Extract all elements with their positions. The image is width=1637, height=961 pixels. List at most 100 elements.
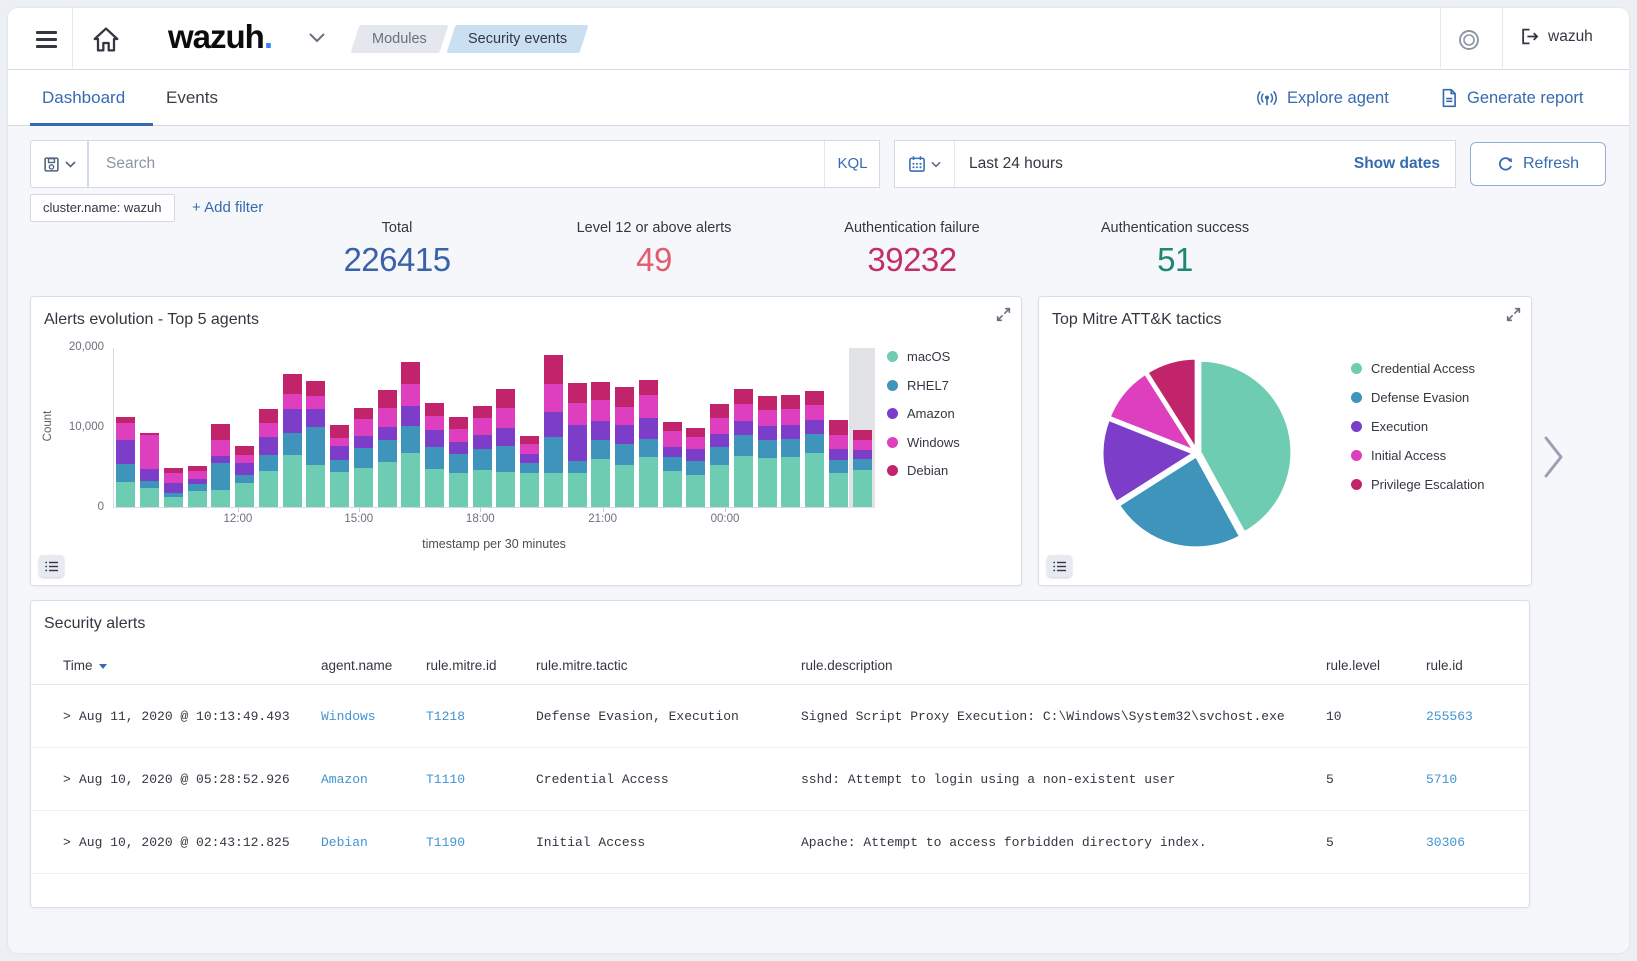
bar-segment-Windows[interactable]	[805, 405, 824, 420]
bar-segment-macOS[interactable]	[663, 471, 682, 507]
bar-segment-Amazon[interactable]	[306, 409, 325, 427]
cell-agent-name[interactable]: Debian	[321, 811, 368, 874]
bar-segment-RHEL7[interactable]	[211, 463, 230, 490]
bar-segment-macOS[interactable]	[378, 462, 397, 507]
bar-segment-Debian[interactable]	[591, 382, 610, 400]
cell-rule-mitre-id[interactable]: T1110	[426, 748, 465, 811]
expand-row-icon[interactable]: >	[63, 811, 71, 874]
bar-segment-RHEL7[interactable]	[829, 460, 848, 473]
bar-segment-macOS[interactable]	[473, 470, 492, 507]
bar-segment-macOS[interactable]	[235, 483, 254, 507]
inspect-request-button[interactable]	[1047, 555, 1072, 577]
bar-segment-Windows[interactable]	[663, 431, 682, 447]
bar-segment-macOS[interactable]	[639, 457, 658, 507]
bar-segment-RHEL7[interactable]	[734, 435, 753, 456]
bar-segment-Windows[interactable]	[473, 418, 492, 435]
bar-segment-Windows[interactable]	[283, 394, 302, 409]
bar-segment-macOS[interactable]	[686, 475, 705, 507]
bar-segment-RHEL7[interactable]	[805, 434, 824, 453]
bar-segment-Windows[interactable]	[235, 455, 254, 463]
bar-segment-macOS[interactable]	[116, 482, 135, 507]
bar-segment-Windows[interactable]	[140, 435, 159, 469]
tab-events[interactable]: Events	[166, 70, 218, 126]
explore-agent-button[interactable]: Explore agent	[1256, 70, 1389, 126]
bar-segment-Debian[interactable]	[378, 390, 397, 408]
bar-segment-Amazon[interactable]	[829, 449, 848, 460]
bar-segment-Debian[interactable]	[568, 383, 587, 403]
bar-segment-Amazon[interactable]	[354, 436, 373, 448]
legend-item-RHEL7[interactable]: RHEL7	[887, 378, 960, 393]
expand-row-icon[interactable]: >	[63, 685, 71, 748]
bar-segment-RHEL7[interactable]	[758, 440, 777, 458]
breadcrumb-modules[interactable]: Modules	[350, 25, 448, 53]
bar-segment-Amazon[interactable]	[473, 435, 492, 449]
bar-segment-RHEL7[interactable]	[473, 449, 492, 470]
kql-toggle[interactable]: KQL	[824, 141, 880, 187]
bar-segment-Windows[interactable]	[401, 384, 420, 406]
legend-item-Initial Access[interactable]: Initial Access	[1351, 448, 1484, 463]
bar-segment-Debian[interactable]	[449, 417, 468, 429]
bar-segment-Amazon[interactable]	[449, 442, 468, 454]
cell-rule-id[interactable]: 255563	[1426, 685, 1473, 748]
bar-segment-RHEL7[interactable]	[140, 481, 159, 488]
bar-segment-Debian[interactable]	[259, 409, 278, 423]
home-icon[interactable]	[90, 24, 122, 54]
legend-item-Amazon[interactable]: Amazon	[887, 406, 960, 421]
bar-segment-Windows[interactable]	[354, 419, 373, 436]
inspect-request-button[interactable]	[39, 555, 64, 577]
cell-rule-mitre-id[interactable]: T1190	[426, 811, 465, 874]
cell-rule-id[interactable]: 5710	[1426, 748, 1457, 811]
bar-segment-macOS[interactable]	[710, 465, 729, 507]
bar-segment-Debian[interactable]	[330, 425, 349, 438]
bar-segment-Windows[interactable]	[781, 409, 800, 425]
bar-segment-Amazon[interactable]	[211, 456, 230, 463]
bar-segment-Debian[interactable]	[544, 355, 563, 384]
bar-segment-macOS[interactable]	[568, 473, 587, 507]
bar-segment-macOS[interactable]	[734, 456, 753, 507]
bar-segment-RHEL7[interactable]	[283, 433, 302, 455]
bar-segment-macOS[interactable]	[615, 465, 634, 507]
bar-segment-macOS[interactable]	[544, 473, 563, 507]
bar-segment-Amazon[interactable]	[116, 440, 135, 464]
bar-segment-Amazon[interactable]	[758, 426, 777, 440]
bar-segment-macOS[interactable]	[758, 458, 777, 507]
bar-segment-Windows[interactable]	[544, 384, 563, 412]
bar-segment-Windows[interactable]	[164, 473, 183, 483]
bar-segment-Amazon[interactable]	[259, 437, 278, 455]
legend-item-Execution[interactable]: Execution	[1351, 419, 1484, 434]
bar-segment-Debian[interactable]	[164, 468, 183, 473]
bar-segment-Debian[interactable]	[781, 395, 800, 409]
bar-segment-RHEL7[interactable]	[425, 447, 444, 469]
bar-segment-macOS[interactable]	[401, 453, 420, 507]
bar-segment-RHEL7[interactable]	[781, 439, 800, 457]
bar-segment-Windows[interactable]	[306, 396, 325, 409]
bar-segment-Debian[interactable]	[401, 362, 420, 384]
bar-segment-Debian[interactable]	[663, 422, 682, 431]
expand-panel-icon[interactable]	[995, 306, 1012, 323]
bar-segment-Debian[interactable]	[188, 466, 207, 471]
bar-segment-Debian[interactable]	[354, 408, 373, 419]
bar-segment-Debian[interactable]	[235, 446, 254, 455]
bar-segment-RHEL7[interactable]	[378, 440, 397, 462]
bar-segment-Debian[interactable]	[710, 404, 729, 418]
bar-segment-RHEL7[interactable]	[615, 444, 634, 465]
bar-segment-Windows[interactable]	[449, 429, 468, 442]
tab-dashboard[interactable]: Dashboard	[42, 70, 125, 126]
bar-segment-Amazon[interactable]	[663, 447, 682, 457]
bar-segment-RHEL7[interactable]	[520, 463, 539, 473]
bar-segment-Debian[interactable]	[283, 374, 302, 394]
legend-item-Privilege Escalation[interactable]: Privilege Escalation	[1351, 477, 1484, 492]
bar-segment-Amazon[interactable]	[140, 469, 159, 481]
bar-segment-RHEL7[interactable]	[663, 457, 682, 471]
bar-segment-RHEL7[interactable]	[639, 439, 658, 457]
bar-segment-Debian[interactable]	[211, 424, 230, 440]
next-panel-chevron-icon[interactable]	[1542, 434, 1566, 480]
logout-control[interactable]: wazuh	[1520, 27, 1593, 46]
bar-segment-macOS[interactable]	[259, 471, 278, 507]
bar-segment-macOS[interactable]	[140, 488, 159, 507]
calendar-menu-button[interactable]	[895, 141, 955, 187]
table-row[interactable]: >Aug 11, 2020 @ 10:13:49.493WindowsT1218…	[31, 685, 1529, 748]
bar-segment-macOS[interactable]	[425, 469, 444, 507]
bar-segment-RHEL7[interactable]	[330, 460, 349, 472]
expand-row-icon[interactable]: >	[63, 748, 71, 811]
